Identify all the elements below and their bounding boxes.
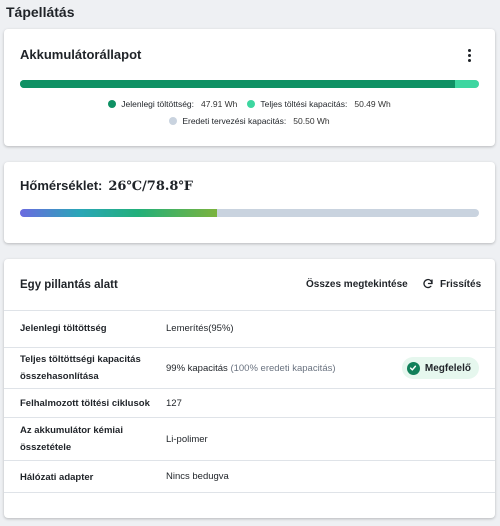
battery-status-card: Akkumulátorállapot Jelenlegi töltöttség:… [4,29,495,146]
row-value: Li-polimer [166,434,208,445]
temperature-card: Hőmérséklet: 26℃/78.8℉ [4,162,495,243]
table-row: Hálózati adapter Nincs bedugva [4,461,495,493]
row-value: Nincs bedugva [166,471,229,482]
temperature-fill [20,209,218,217]
legend-label: Eredeti tervezési kapacitás: [182,116,287,126]
row-value-muted: (100% eredeti kapacitás) [230,363,336,374]
at-a-glance-card: Egy pillantás alatt Összes megtekintése … [4,259,495,518]
row-label: Jelenlegi töltöttség [20,323,107,334]
legend-value: 50.50 Wh [293,116,330,126]
temperature-heading: Hőmérséklet: 26℃/78.8℉ [20,178,193,194]
battery-capacity-bar [20,80,479,88]
page-title: Tápellátás [6,4,75,20]
row-label: Felhalmozott töltési ciklusok [20,398,150,409]
table-row: Jelenlegi töltöttség Lemerítés(95%) [4,311,495,348]
current-charge-segment [20,80,456,88]
row-value-main: 99% kapacitás [166,363,228,374]
row-value: Lemerítés(95%) [166,323,234,334]
glance-header: Egy pillantás alatt Összes megtekintése … [4,259,495,311]
battery-legend-row: Jelenlegi töltöttség: 47.91 Wh Teljes tö… [4,99,495,109]
temperature-value: 26℃/78.8℉ [108,179,193,194]
battery-card-title: Akkumulátorállapot [20,47,142,62]
table-row: Teljes töltöttségi kapacitás összehasonl… [4,348,495,389]
table-row: Felhalmozott töltési ciklusok 127 [4,389,495,418]
legend-full-capacity: Teljes töltési kapacitás: 50.49 Wh [247,99,391,109]
legend-label: Teljes töltési kapacitás: [260,99,348,109]
legend-label: Jelenlegi töltöttség: [121,99,195,109]
refresh-icon [423,278,433,289]
legend-dot-full [247,100,256,108]
row-label: Hálózati adapter [20,472,94,483]
view-all-link[interactable]: Összes megtekintése [306,279,408,290]
row-label: Az akkumulátor kémiai összetétele [20,425,123,453]
row-value: 127 [166,398,182,409]
row-label: Teljes töltöttségi kapacitás összehasonl… [20,354,141,382]
glance-title: Egy pillantás alatt [20,279,118,291]
table-row: Az akkumulátor kémiai összetétele Li-pol… [4,418,495,461]
badge-label: Megfelelő [424,362,471,374]
row-value: 99% kapacitás (100% eredeti kapacitás) [166,363,336,374]
legend-design-capacity: Eredeti tervezési kapacitás: 50.50 Wh [169,116,330,126]
battery-legend-row: Eredeti tervezési kapacitás: 50.50 Wh [4,116,495,126]
temperature-label: Hőmérséklet: [20,178,103,193]
legend-value: 50.49 Wh [354,99,391,109]
refresh-label: Frissítés [440,278,482,290]
legend-dot-current [108,100,117,108]
temperature-bar [20,209,479,217]
more-options-icon[interactable] [461,47,477,63]
check-icon [406,361,420,375]
legend-current-charge: Jelenlegi töltöttség: 47.91 Wh [108,99,237,109]
refresh-button[interactable]: Frissítés [422,278,481,290]
status-badge: Megfelelő [401,357,479,379]
legend-dot-design [169,117,178,125]
legend-value: 47.91 Wh [201,99,238,109]
